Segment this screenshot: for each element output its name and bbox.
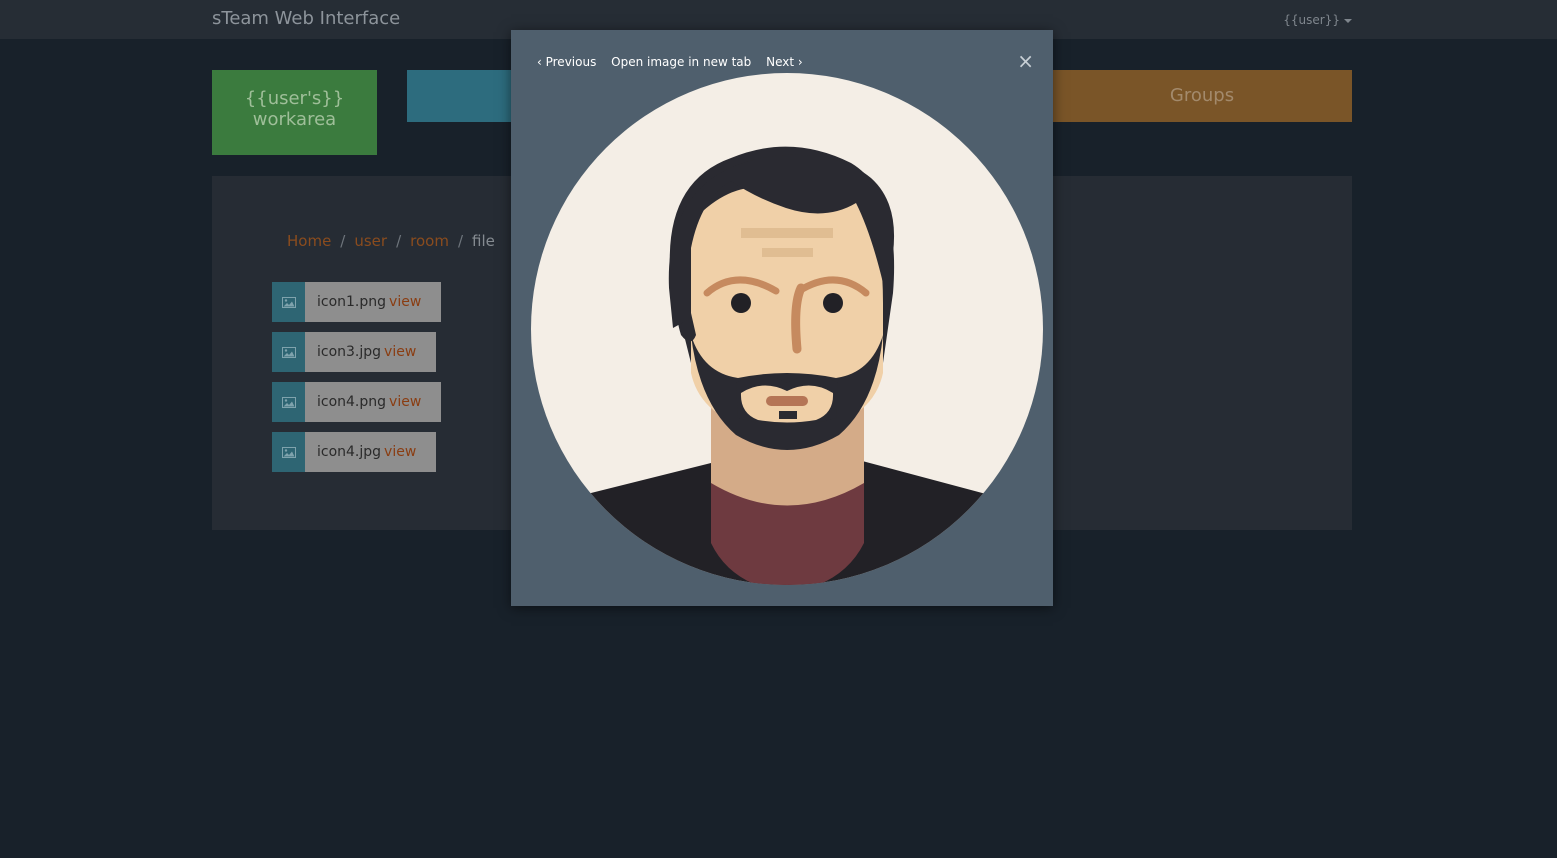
user-menu-dropdown[interactable]: {{user}} bbox=[1283, 13, 1352, 27]
blue-tile[interactable] bbox=[407, 70, 517, 122]
groups-tile[interactable]: Groups bbox=[1052, 70, 1352, 122]
breadcrumb-room[interactable]: room bbox=[410, 232, 449, 250]
close-icon[interactable]: × bbox=[1017, 49, 1034, 73]
workarea-tile[interactable]: {{user's}} workarea bbox=[212, 70, 377, 155]
workarea-tile-label: workarea bbox=[252, 109, 337, 130]
breadcrumb-current: file bbox=[472, 232, 495, 250]
view-link[interactable]: view bbox=[384, 344, 416, 360]
file-name[interactable]: icon4.jpg bbox=[317, 444, 381, 460]
breadcrumb-home[interactable]: Home bbox=[287, 232, 331, 250]
file-item: icon4.jpg view bbox=[305, 432, 437, 472]
file-row: icon3.jpg view bbox=[272, 332, 437, 372]
brand-title[interactable]: sTeam Web Interface bbox=[212, 8, 400, 29]
avatar-image bbox=[531, 73, 1043, 585]
file-name[interactable]: icon3.jpg bbox=[317, 344, 381, 360]
lightbox-nav: ‹ Previous Open image in new tab Next › bbox=[537, 55, 814, 69]
user-menu-label: {{user}} bbox=[1283, 13, 1340, 27]
file-row: icon4.png view bbox=[272, 382, 442, 422]
image-file-icon bbox=[272, 432, 305, 472]
breadcrumb-separator: / bbox=[457, 232, 464, 250]
file-name[interactable]: icon4.png bbox=[317, 394, 386, 410]
previous-button[interactable]: ‹ Previous bbox=[537, 55, 596, 69]
file-item: icon3.jpg view bbox=[305, 332, 437, 372]
workarea-tile-user: {{user's}} bbox=[244, 88, 345, 109]
file-row: icon4.jpg view bbox=[272, 432, 437, 472]
file-item: icon1.png view bbox=[305, 282, 442, 322]
view-link[interactable]: view bbox=[389, 294, 421, 310]
breadcrumb-separator: / bbox=[340, 232, 346, 250]
open-in-new-tab-link[interactable]: Open image in new tab bbox=[611, 55, 751, 69]
image-lightbox: ‹ Previous Open image in new tab Next › … bbox=[511, 30, 1053, 606]
file-item: icon4.png view bbox=[305, 382, 442, 422]
image-file-icon bbox=[272, 382, 305, 422]
groups-tile-label: Groups bbox=[1169, 85, 1235, 106]
file-name[interactable]: icon1.png bbox=[317, 294, 386, 310]
breadcrumb-separator: / bbox=[396, 232, 402, 250]
view-link[interactable]: view bbox=[389, 394, 421, 410]
caret-down-icon bbox=[1344, 18, 1352, 23]
image-file-icon bbox=[272, 282, 305, 322]
breadcrumb: Home / user / room / file bbox=[287, 232, 495, 250]
next-button[interactable]: Next › bbox=[766, 55, 803, 69]
file-row: icon1.png view bbox=[272, 282, 442, 322]
image-file-icon bbox=[272, 332, 305, 372]
breadcrumb-user[interactable]: user bbox=[354, 232, 387, 250]
view-link[interactable]: view bbox=[384, 444, 416, 460]
